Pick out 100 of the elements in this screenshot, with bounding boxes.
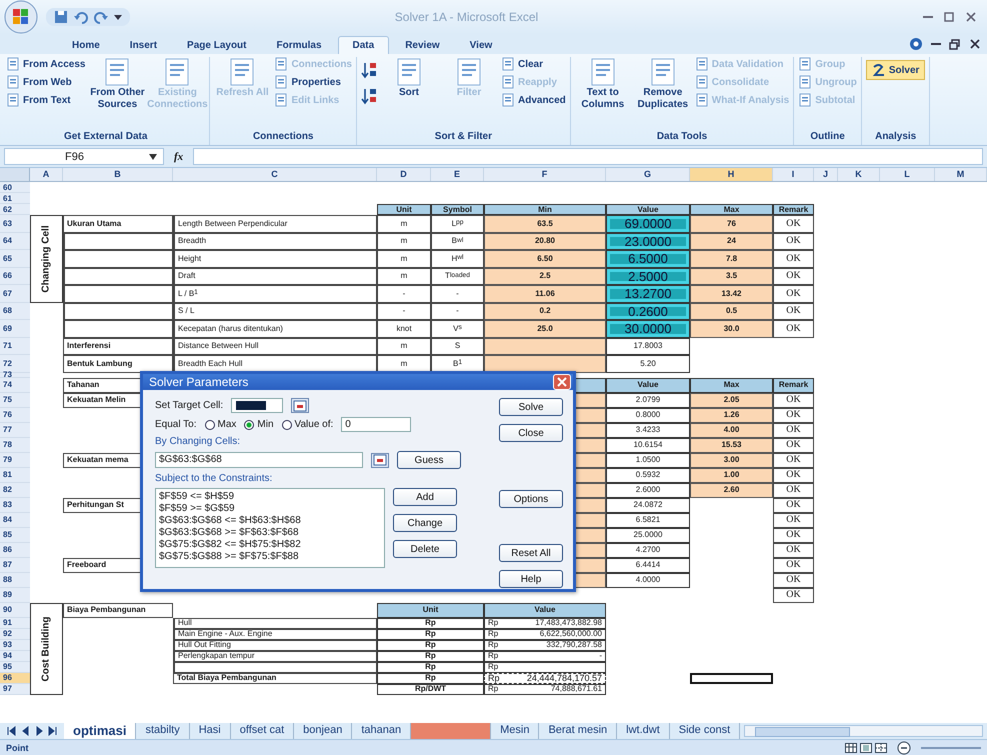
row-header[interactable]: 92 <box>0 628 30 640</box>
row-header[interactable]: 88 <box>0 572 30 588</box>
column-header[interactable]: I <box>773 168 814 181</box>
row-header[interactable]: 89 <box>0 588 30 602</box>
solver-button[interactable]: Solver <box>866 60 926 80</box>
ribbon-button[interactable]: Clear <box>501 57 566 71</box>
row-header[interactable]: 76 <box>0 408 30 422</box>
radio-option[interactable]: Max <box>204 419 236 430</box>
formula-field[interactable] <box>193 148 983 165</box>
row-header[interactable]: 66 <box>0 268 30 285</box>
row-header[interactable]: 69 <box>0 320 30 338</box>
row-header[interactable]: 93 <box>0 640 30 650</box>
row-header[interactable]: 97 <box>0 684 30 694</box>
dialog-button[interactable]: Options <box>499 490 563 508</box>
ribbon-button[interactable]: Sort <box>381 57 437 99</box>
ribbon-tab[interactable]: Page Layout <box>173 37 260 54</box>
dialog-button[interactable]: Delete <box>393 540 457 558</box>
sheet-tab[interactable]: optimasi <box>64 723 136 739</box>
row-header[interactable]: 83 <box>0 498 30 512</box>
row-header[interactable]: 82 <box>0 482 30 498</box>
column-header[interactable]: C <box>173 168 377 181</box>
row-header[interactable]: 63 <box>0 215 30 232</box>
ribbon-button[interactable]: From Access <box>6 57 86 71</box>
function-button[interactable]: fx <box>170 150 188 162</box>
ribbon-tab[interactable]: Data <box>338 36 390 54</box>
row-header[interactable]: 95 <box>0 662 30 672</box>
ribbon-button[interactable]: Text to Columns <box>574 57 631 111</box>
row-header[interactable]: 75 <box>0 392 30 408</box>
row-header[interactable]: 94 <box>0 650 30 662</box>
column-header[interactable]: D <box>377 168 431 181</box>
row-header[interactable]: 78 <box>0 438 30 452</box>
radio-option[interactable]: Value of: <box>282 419 334 430</box>
collapse-button[interactable] <box>371 452 389 468</box>
row-header[interactable]: 60 <box>0 182 30 193</box>
ribbon-button[interactable]: From Text <box>6 93 86 107</box>
list-item[interactable]: $G$63:$G$68 >= $F$63:$F$68 <box>159 527 381 539</box>
dialog-button[interactable]: Add <box>393 488 457 506</box>
ribbon-button[interactable]: Advanced <box>501 93 566 107</box>
row-header[interactable]: 72 <box>0 355 30 372</box>
target-cell-field[interactable] <box>231 398 284 413</box>
row-header[interactable]: 71 <box>0 338 30 355</box>
ribbon-button[interactable]: Remove Duplicates <box>634 57 691 111</box>
horizontal-scrollbar[interactable] <box>744 725 983 737</box>
table-cell: OK <box>773 588 814 602</box>
row-header[interactable]: 61 <box>0 193 30 204</box>
group-label: Get External Data <box>63 130 148 144</box>
column-header[interactable]: M <box>935 168 987 181</box>
radio-option[interactable]: Min <box>244 419 274 430</box>
column-header[interactable]: B <box>63 168 173 181</box>
row-header[interactable]: 90 <box>0 602 30 618</box>
row-header[interactable]: 73 <box>0 372 30 378</box>
row-header[interactable]: 74 <box>0 378 30 392</box>
help-icon <box>909 37 923 51</box>
list-item[interactable]: $G$63:$G$68 <= $H$63:$H$68 <box>159 515 381 527</box>
dialog-button[interactable]: Change <box>393 514 457 532</box>
table-cell: 30.0000 <box>606 320 690 338</box>
ribbon-tab[interactable]: Insert <box>116 37 172 54</box>
guess-button[interactable]: Guess <box>397 451 461 469</box>
row-header[interactable]: 68 <box>0 302 30 320</box>
row-header[interactable]: 86 <box>0 542 30 558</box>
ribbon-button[interactable]: Properties <box>274 75 352 89</box>
dialog-button[interactable]: Reset All <box>499 544 563 562</box>
column-header[interactable]: E <box>431 168 484 181</box>
row-header[interactable]: 91 <box>0 618 30 628</box>
row-header[interactable]: 79 <box>0 452 30 468</box>
row-header[interactable]: 87 <box>0 558 30 572</box>
row-header[interactable]: 65 <box>0 250 30 268</box>
row-header[interactable]: 62 <box>0 204 30 215</box>
column-header[interactable]: F <box>484 168 606 181</box>
ribbon-button[interactable]: From Other Sources <box>89 57 146 111</box>
column-header[interactable]: H <box>690 168 773 181</box>
row-header[interactable]: 85 <box>0 528 30 542</box>
ribbon-button[interactable]: From Web <box>6 75 86 89</box>
column-header[interactable]: L <box>880 168 935 181</box>
ribbon-tab[interactable]: View <box>456 37 506 54</box>
ribbon-tab[interactable]: Home <box>58 37 114 54</box>
dialog-button[interactable]: Close <box>499 424 563 442</box>
dialog-button[interactable]: Help <box>499 570 563 588</box>
constraints-list[interactable]: $F$59 <= $H$59 $F$59 >= $G$59 $G$63:$G$68 <= $H$63:$H$68 $G$63:$G$68 >= $F$63:$F$68 $G$75:$G$82 <= $H$75:$H$82 $G$75:$G$88 >= $F$75:$F$88 <box>155 488 385 568</box>
dialog-button[interactable]: Solve <box>499 398 563 416</box>
table-cell: OK <box>773 528 814 542</box>
value-field[interactable]: 0 <box>341 417 412 432</box>
list-item[interactable]: $G$75:$G$82 <= $H$75:$H$82 <box>159 539 381 551</box>
table-cell: Total Biaya Pembangunan <box>173 672 377 684</box>
ribbon-tab[interactable]: Review <box>391 37 454 54</box>
row-header[interactable]: 64 <box>0 232 30 250</box>
column-header[interactable]: J <box>814 168 838 181</box>
row-header[interactable]: 77 <box>0 422 30 438</box>
row-header[interactable]: 96 <box>0 672 30 684</box>
ribbon-tab[interactable]: Formulas <box>262 37 336 54</box>
close-button[interactable] <box>553 374 571 390</box>
row-header[interactable]: 81 <box>0 468 30 482</box>
collapse-button[interactable] <box>291 398 310 413</box>
column-header[interactable]: A <box>30 168 63 181</box>
column-header[interactable]: K <box>838 168 880 181</box>
name-box[interactable]: F96 <box>4 148 164 165</box>
row-header[interactable]: 84 <box>0 512 30 528</box>
active-cell[interactable] <box>690 672 773 684</box>
row-header[interactable]: 67 <box>0 285 30 302</box>
changing-cells-field[interactable]: $G$63:$G$68 <box>155 452 363 468</box>
